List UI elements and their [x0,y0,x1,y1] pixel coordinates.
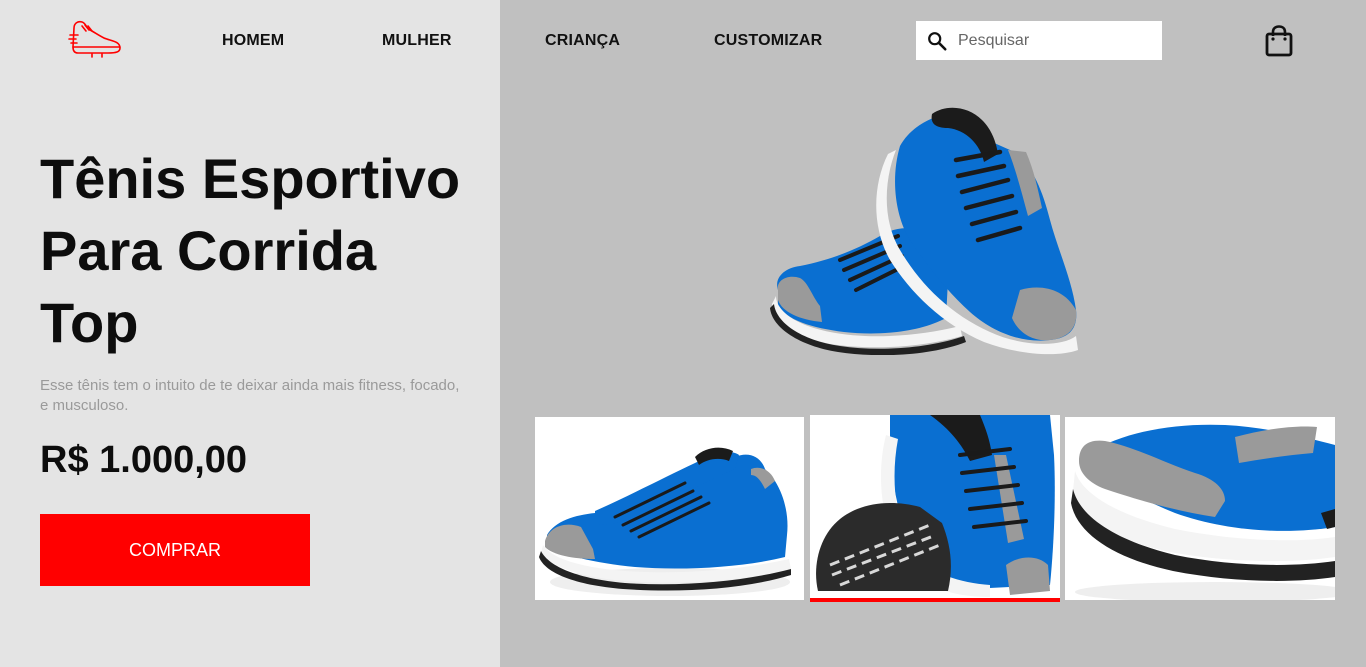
nav-link-mulher[interactable]: MULHER [382,31,452,51]
shoe-pair-side-image [535,417,804,600]
buy-button[interactable]: COMPRAR [40,514,310,586]
search-bar[interactable] [916,21,1162,60]
product-title: Tênis Esportivo Para Corrida Top [40,147,461,354]
product-description: Esse tênis tem o intuito de te deixar ai… [40,377,460,414]
gallery-active-indicator [810,598,1060,602]
gallery-thumbnail-3[interactable] [1065,417,1335,600]
running-shoe-logo-icon[interactable] [68,18,124,58]
nav-link-customizar[interactable]: CUSTOMIZAR [714,31,822,51]
shoe-pair-sole-image [810,415,1060,600]
nav-link-crianca[interactable]: CRIANÇA [545,31,620,51]
nav-link-homem[interactable]: HOMEM [222,31,284,51]
shoe-toe-closeup-image [1065,417,1335,600]
gallery-thumbnail-2[interactable] [810,415,1060,600]
shopping-bag-icon[interactable] [1264,25,1294,57]
search-input[interactable] [958,25,1148,56]
gallery-thumbnail-1[interactable] [535,417,804,600]
hero-shoe-image [770,107,1078,355]
search-icon[interactable] [926,30,948,52]
product-price: R$ 1.000,00 [40,439,248,481]
